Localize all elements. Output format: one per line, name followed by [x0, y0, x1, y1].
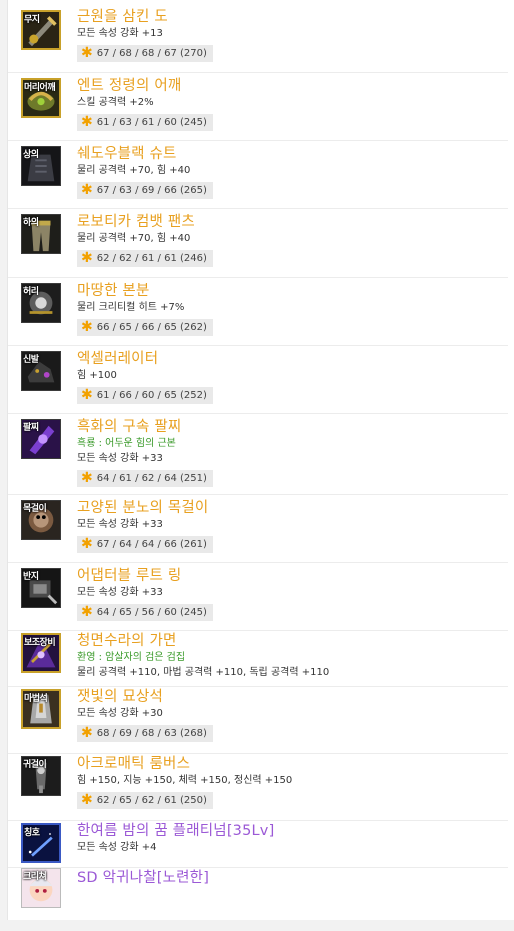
item-option: 모든 속성 강화 +13	[77, 28, 163, 39]
growth-stat: ✱ 66 / 65 / 66 / 65 (262)	[77, 319, 213, 336]
growth-stat: ✱ 68 / 69 / 68 / 63 (268)	[77, 725, 213, 742]
growth-stat: ✱ 62 / 62 / 61 / 61 (246)	[77, 250, 213, 267]
slot-label: 머리어깨	[24, 83, 56, 93]
earring-item-icon[interactable]: 귀걸이	[21, 756, 61, 796]
growth-stat: ✱ 64 / 61 / 62 / 64 (251)	[77, 470, 213, 487]
slot-label: 반지	[23, 572, 39, 582]
belt-item-icon[interactable]: 허리	[21, 283, 61, 323]
star-icon: ✱	[81, 604, 93, 620]
equipment-panel: 무지 근원을 삼킨 도 모든 속성 강화 +13 ✱ 67 / 68 / 68 /…	[7, 0, 514, 920]
top-item-icon[interactable]: 상의	[21, 146, 61, 186]
slot-label: 마법석	[24, 694, 48, 704]
item-option: 물리 공격력 +110, 마법 공격력 +110, 독립 공격력 +110	[77, 667, 330, 678]
item-option: 스킬 공격력 +2%	[77, 97, 154, 108]
growth-stat: ✱ 67 / 68 / 68 / 67 (270)	[77, 45, 213, 62]
item-name[interactable]: SD 악귀나찰[노련한]	[77, 869, 504, 887]
slot-label: 하의	[23, 218, 39, 228]
item-name[interactable]: 쉐도우블랙 슈트	[77, 145, 504, 163]
magic-stone-item-icon[interactable]: 마법석	[21, 689, 61, 729]
weapon-item-icon[interactable]: 무지	[21, 10, 61, 50]
item-option: 물리 공격력 +70, 힘 +40	[77, 165, 191, 176]
creature-item-icon[interactable]: 크리쳐	[21, 868, 61, 908]
star-icon: ✱	[81, 792, 93, 808]
equipment-row-bracelet[interactable]: 팔찌 흑화의 구속 팔찌 흑룡 : 어두운 힘의 근본 모든 속성 강화 +33…	[8, 414, 508, 495]
slot-label: 귀걸이	[23, 760, 47, 770]
necklace-item-icon[interactable]: 목걸이	[21, 500, 61, 540]
star-icon: ✱	[81, 114, 93, 130]
slot-label: 상의	[23, 150, 39, 160]
equipment-row-ring[interactable]: 반지 어댑터블 루트 링 모든 속성 강화 +33 ✱ 64 / 65 / 56 …	[8, 563, 508, 631]
star-icon: ✱	[81, 45, 93, 61]
slot-label: 무지	[24, 15, 40, 25]
set-effect: 흑룡 : 어두운 힘의 근본	[77, 438, 176, 449]
item-option: 모든 속성 강화 +4	[77, 842, 157, 853]
slot-label: 팔찌	[23, 423, 39, 433]
item-name[interactable]: 흑화의 구속 팔찌	[77, 418, 504, 436]
equipment-row-necklace[interactable]: 목걸이 고양된 분노의 목걸이 모든 속성 강화 +33 ✱ 67 / 64 / …	[8, 495, 508, 563]
equipment-row-earring[interactable]: 귀걸이 아크로매틱 룸버스 힘 +150, 지능 +150, 체력 +150, …	[8, 754, 508, 821]
star-icon: ✱	[81, 725, 93, 741]
equipment-row-magic-stone[interactable]: 마법석 잿빛의 묘상석 모든 속성 강화 +30 ✱ 68 / 69 / 68 /…	[8, 687, 508, 754]
equipment-row-shoulder[interactable]: 머리어깨 엔트 정령의 어깨 스킬 공격력 +2% ✱ 61 / 63 / 61 …	[8, 73, 508, 141]
item-name[interactable]: 마땅한 본분	[77, 282, 504, 300]
equipment-row-bottom[interactable]: 하의 로보티카 컴뱃 팬츠 물리 공격력 +70, 힘 +40 ✱ 62 / 62…	[8, 209, 508, 278]
item-option: 모든 속성 강화 +33	[77, 587, 163, 598]
equipment-row-top[interactable]: 상의 쉐도우블랙 슈트 물리 공격력 +70, 힘 +40 ✱ 67 / 63 /…	[8, 141, 508, 209]
item-option: 모든 속성 강화 +33	[77, 453, 163, 464]
sub-equipment-item-icon[interactable]: 보조장비	[21, 633, 61, 673]
ring-item-icon[interactable]: 반지	[21, 568, 61, 608]
item-name[interactable]: 고양된 분노의 목걸이	[77, 499, 504, 517]
growth-stat: ✱ 67 / 64 / 64 / 66 (261)	[77, 536, 213, 553]
equipment-row-title[interactable]: 칭호 한여름 밤의 꿈 플래티넘[35Lv] 모든 속성 강화 +4	[8, 821, 508, 868]
bottom-item-icon[interactable]: 하의	[21, 214, 61, 254]
slot-label: 크리쳐	[23, 872, 47, 882]
item-option: 물리 공격력 +70, 힘 +40	[77, 233, 191, 244]
item-option: 모든 속성 강화 +30	[77, 708, 163, 719]
slot-label: 목걸이	[23, 504, 47, 514]
item-name[interactable]: 한여름 밤의 꿈 플래티넘[35Lv]	[77, 822, 504, 840]
shoes-item-icon[interactable]: 신발	[21, 351, 61, 391]
slot-label: 신발	[23, 355, 39, 365]
item-name[interactable]: 엔트 정령의 어깨	[77, 77, 504, 95]
title-item-icon[interactable]: 칭호	[21, 823, 61, 863]
star-icon: ✱	[81, 182, 93, 198]
equipment-row-shoes[interactable]: 신발 엑셀러레이터 힘 +100 ✱ 61 / 66 / 60 / 65 (252…	[8, 346, 508, 414]
equipment-row-weapon[interactable]: 무지 근원을 삼킨 도 모든 속성 강화 +13 ✱ 67 / 68 / 68 /…	[8, 0, 508, 73]
item-option: 모든 속성 강화 +33	[77, 519, 163, 530]
slot-label: 칭호	[24, 828, 40, 838]
equipment-row-sub[interactable]: 보조장비 청면수라의 가면 환영 : 암살자의 검은 검집 물리 공격력 +11…	[8, 631, 508, 687]
growth-stat: ✱ 67 / 63 / 69 / 66 (265)	[77, 182, 213, 199]
item-name[interactable]: 어댑터블 루트 링	[77, 567, 504, 585]
star-icon: ✱	[81, 470, 93, 486]
item-name[interactable]: 로보티카 컴뱃 팬츠	[77, 213, 504, 231]
star-icon: ✱	[81, 536, 93, 552]
growth-stat: ✱ 61 / 66 / 60 / 65 (252)	[77, 387, 213, 404]
growth-stat: ✱ 64 / 65 / 56 / 60 (245)	[77, 604, 213, 621]
equipment-row-belt[interactable]: 허리 마땅한 본분 물리 크리티컬 히트 +7% ✱ 66 / 65 / 66 /…	[8, 278, 508, 346]
star-icon: ✱	[81, 387, 93, 403]
equipment-row-creature[interactable]: 크리쳐 SD 악귀나찰[노련한]	[8, 868, 508, 913]
item-option: 힘 +100	[77, 370, 117, 381]
star-icon: ✱	[81, 319, 93, 335]
item-name[interactable]: 엑셀러레이터	[77, 350, 504, 368]
growth-stat: ✱ 62 / 65 / 62 / 61 (250)	[77, 792, 213, 809]
slot-label: 허리	[23, 287, 39, 297]
item-name[interactable]: 근원을 삼킨 도	[77, 8, 504, 26]
bracelet-item-icon[interactable]: 팔찌	[21, 419, 61, 459]
shoulder-item-icon[interactable]: 머리어깨	[21, 78, 61, 118]
item-option: 물리 크리티컬 히트 +7%	[77, 302, 185, 313]
slot-label: 보조장비	[24, 638, 56, 648]
item-option: 힘 +150, 지능 +150, 체력 +150, 정신력 +150	[77, 775, 293, 786]
item-name[interactable]: 잿빛의 묘상석	[77, 688, 504, 706]
item-name[interactable]: 아크로매틱 룸버스	[77, 755, 504, 773]
growth-stat: ✱ 61 / 63 / 61 / 60 (245)	[77, 114, 213, 131]
star-icon: ✱	[81, 250, 93, 266]
set-effect: 환영 : 암살자의 검은 검집	[77, 652, 186, 663]
item-name[interactable]: 청면수라의 가면	[77, 632, 504, 650]
